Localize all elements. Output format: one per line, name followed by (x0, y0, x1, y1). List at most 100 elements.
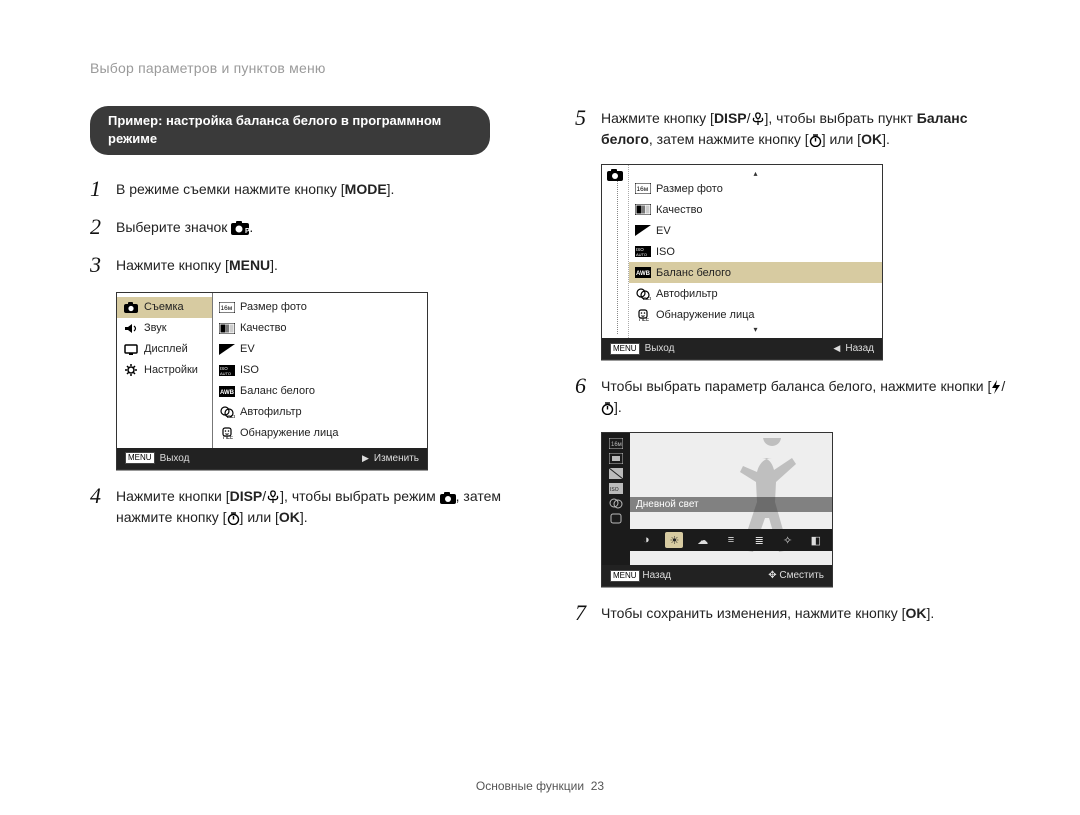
svg-text:ISO: ISO (610, 487, 619, 493)
svg-text:16м: 16м (221, 305, 233, 312)
wb-cloudy-icon[interactable]: ☁ (694, 532, 712, 548)
page-footer: Основные функции 23 (0, 779, 1080, 793)
menu-item-label: Размер фото (240, 301, 307, 313)
footer-back-label: Назад (642, 570, 671, 581)
svg-text:OFF: OFF (223, 436, 233, 439)
footer-exit-label: Выход (645, 343, 675, 354)
chevron-right-icon: ▶ (362, 453, 369, 464)
face-icon: OFF (635, 308, 651, 322)
footer-change-label: Изменить (374, 453, 419, 464)
step-number: 3 (90, 253, 116, 277)
footer-back-label: Назад (845, 343, 874, 354)
timer-icon (809, 134, 822, 147)
step-text: Нажмите кнопку [MENU]. (116, 253, 525, 276)
disp-button-label: DISP (230, 488, 263, 504)
menu-item[interactable]: OFFОбнаружение лица (213, 423, 427, 444)
sound-icon (123, 321, 139, 335)
step-number: 6 (575, 374, 601, 398)
menu-item-label: Автофильтр (240, 406, 302, 418)
left-column: Пример: настройка баланса белого в прогр… (90, 106, 525, 639)
wb-daylight-icon[interactable]: ☀ (665, 532, 683, 548)
menu-item-label: Автофильтр (656, 288, 718, 300)
breadcrumb: Выбор параметров и пунктов меню (90, 60, 1010, 76)
svg-text:OFF: OFF (227, 415, 235, 418)
menu-item-label: ISO (240, 364, 259, 376)
menu-icon: MENU (125, 452, 155, 464)
wb-fluorescent-h-icon[interactable]: ≡ (722, 532, 740, 548)
camera-icon (123, 300, 139, 314)
menu-item[interactable]: EV (213, 339, 427, 360)
quality-icon (635, 203, 651, 217)
face-icon: OFF (219, 426, 235, 440)
flash-icon (991, 380, 1001, 394)
wb-custom-icon[interactable]: ◧ (807, 532, 825, 548)
menu-side-label: Звук (144, 322, 167, 334)
menu-item-label: Обнаружение лица (656, 309, 755, 321)
example-title: Пример: настройка баланса белого в прогр… (90, 106, 490, 155)
wb-fluorescent-l-icon[interactable]: ≣ (750, 532, 768, 548)
svg-text:16м: 16м (611, 442, 622, 448)
menu-panel-2: ▴ 16мРазмер фотоКачествоEVISOAUTOISOAWBБ… (601, 164, 883, 360)
menu-item-label: Баланс белого (656, 267, 731, 279)
menu-side-item[interactable]: Съемка (117, 297, 212, 318)
menu-icon: MENU (610, 343, 640, 355)
step-number: 5 (575, 106, 601, 130)
menu-item[interactable]: Качество (629, 199, 882, 220)
wb-tungsten-icon[interactable]: ✧ (779, 532, 797, 548)
menu-item[interactable]: AWB Баланс белого (629, 262, 882, 283)
step-number: 1 (90, 177, 116, 201)
iso-icon: ISOAUTO (635, 245, 651, 259)
timer-icon (601, 402, 614, 415)
menu-item-label: Баланс белого (240, 385, 315, 397)
step-text: В режиме съемки нажмите кнопку [MODE]. (116, 177, 525, 200)
svg-text:OFF: OFF (643, 297, 651, 300)
menu-item[interactable]: EV (629, 220, 882, 241)
mode-button-label: MODE (345, 181, 387, 197)
menu-item[interactable]: AWBБаланс белого (213, 381, 427, 402)
size-icon: 16м (608, 437, 624, 450)
svg-text:AWB: AWB (636, 271, 651, 277)
footer-exit-label: Выход (160, 453, 190, 464)
ok-button-label: OK (861, 131, 882, 147)
menu-side-item[interactable]: Звук (117, 318, 212, 339)
menu-item[interactable]: OFF Автофильтр (213, 402, 427, 423)
menu-item[interactable]: OFF Автофильтр (629, 283, 882, 304)
disp-button-label: DISP (714, 110, 747, 126)
footer-shift-label: Сместить (779, 570, 824, 581)
menu-panel-1: Съемка Звук Дисплей Настройки 16м Размер фот… (116, 292, 428, 470)
menu-item[interactable]: 16м Размер фото (213, 297, 427, 318)
timer-icon (227, 512, 240, 525)
macro-icon (751, 112, 765, 126)
iso-icon: ISO (608, 482, 624, 495)
filter-icon: OFF (635, 287, 651, 301)
menu-item-label: Качество (656, 204, 703, 216)
ev-icon (635, 224, 651, 238)
chevron-down-icon: ▾ (629, 325, 882, 334)
wb-current-label: Дневной свет (630, 497, 832, 512)
menu-side-item[interactable]: Дисплей (117, 339, 212, 360)
menu-item[interactable]: ISOAUTOISO (629, 241, 882, 262)
step-number: 4 (90, 484, 116, 508)
menu-item[interactable]: OFF Обнаружение лица (629, 304, 882, 325)
quality-icon (219, 321, 235, 335)
quality-icon (608, 452, 624, 465)
menu-item-label: EV (240, 343, 255, 355)
menu-side-label: Съемка (144, 301, 184, 313)
ok-button-label: OK (279, 509, 300, 525)
move-icon: ✥ (768, 570, 776, 581)
menu-item[interactable]: Качество (213, 318, 427, 339)
right-column: 5 Нажмите кнопку [DISP/], чтобы выбрать … (575, 106, 1010, 639)
chevron-left-icon: ◀ (833, 343, 840, 354)
menu-item[interactable]: 16мРазмер фото (629, 178, 882, 199)
menu-side-item[interactable]: Настройки (117, 360, 212, 381)
step-text: Нажмите кнопку [DISP/], чтобы выбрать пу… (601, 106, 1010, 150)
filter-off-icon (608, 497, 624, 510)
camera-p-icon: P (231, 221, 249, 235)
menu-side-label: Настройки (144, 364, 198, 376)
wb-auto-icon[interactable]: ◑ (637, 532, 655, 548)
camera-icon (607, 169, 623, 181)
menu-item[interactable]: ISOAUTOISO (213, 360, 427, 381)
16m-icon: 16м (635, 182, 651, 196)
step-text: Чтобы выбрать параметр баланса белого, н… (601, 374, 1010, 418)
filter-icon: OFF (219, 405, 235, 419)
